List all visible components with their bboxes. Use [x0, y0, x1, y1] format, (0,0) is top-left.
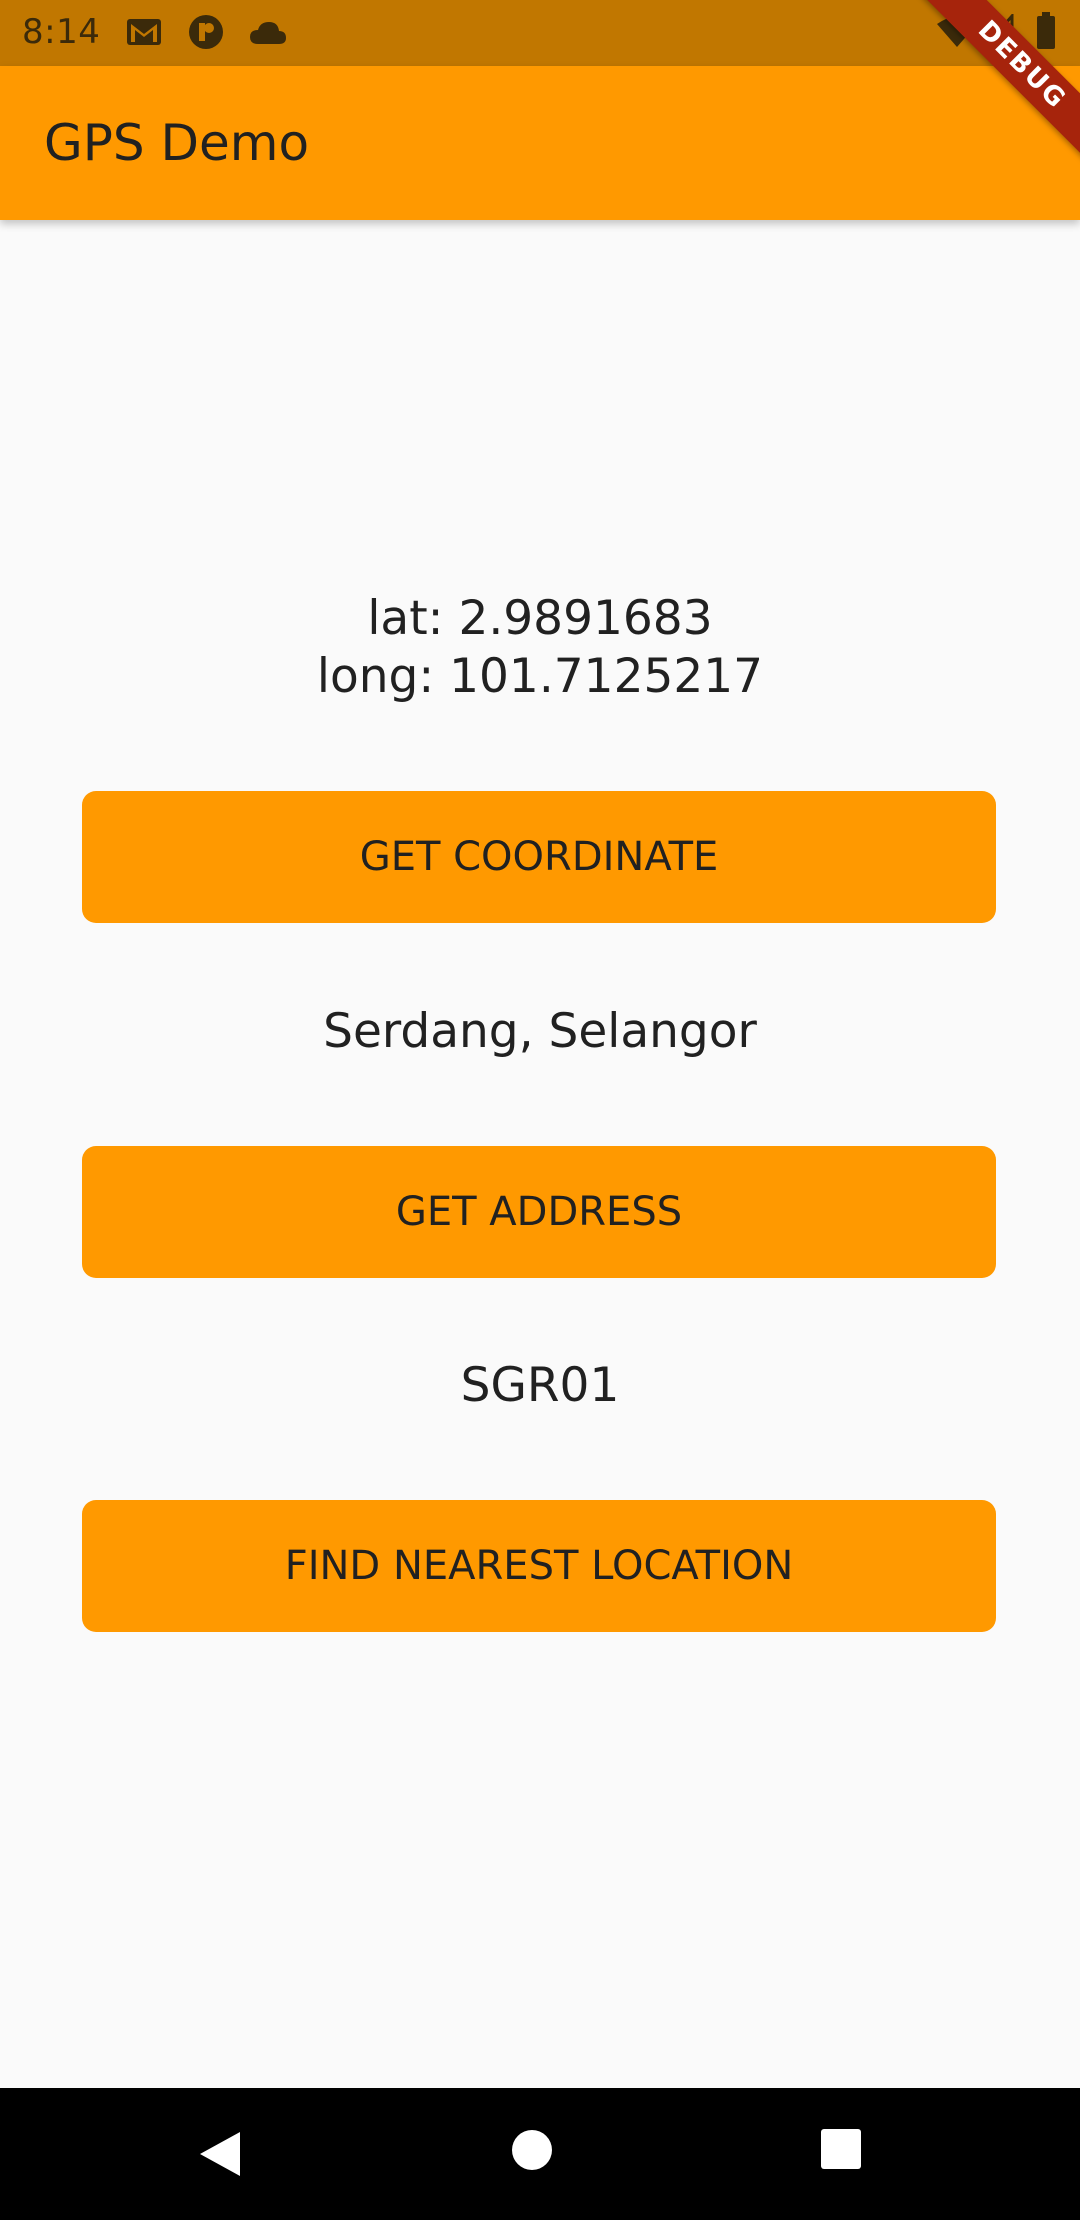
longitude-text: long: 101.7125217 — [316, 649, 764, 704]
cloud-icon — [248, 20, 288, 46]
latitude-text: lat: 2.9891683 — [367, 591, 713, 646]
get-coordinate-button[interactable]: GET COORDINATE — [82, 791, 996, 923]
coordinates-display: lat: 2.9891683 long: 101.7125217 — [0, 590, 1080, 706]
address-text: Serdang, Selangor — [323, 1004, 757, 1059]
get-address-button[interactable]: GET ADDRESS — [82, 1146, 996, 1278]
app-title: GPS Demo — [44, 114, 310, 172]
app-notification-icon — [188, 14, 224, 50]
gmail-icon — [126, 18, 162, 46]
status-bar: 8:14 — [0, 0, 1080, 66]
battery-icon — [1036, 12, 1056, 50]
navigation-bar — [0, 2088, 1080, 2220]
recents-icon[interactable] — [820, 2128, 880, 2180]
app-bar: GPS Demo — [0, 66, 1080, 220]
nearest-location-text: SGR01 — [460, 1358, 620, 1413]
status-time: 8:14 — [22, 12, 101, 52]
find-nearest-location-button[interactable]: FIND NEAREST LOCATION — [82, 1500, 996, 1632]
back-icon[interactable] — [196, 2128, 256, 2180]
home-icon[interactable] — [510, 2128, 570, 2180]
